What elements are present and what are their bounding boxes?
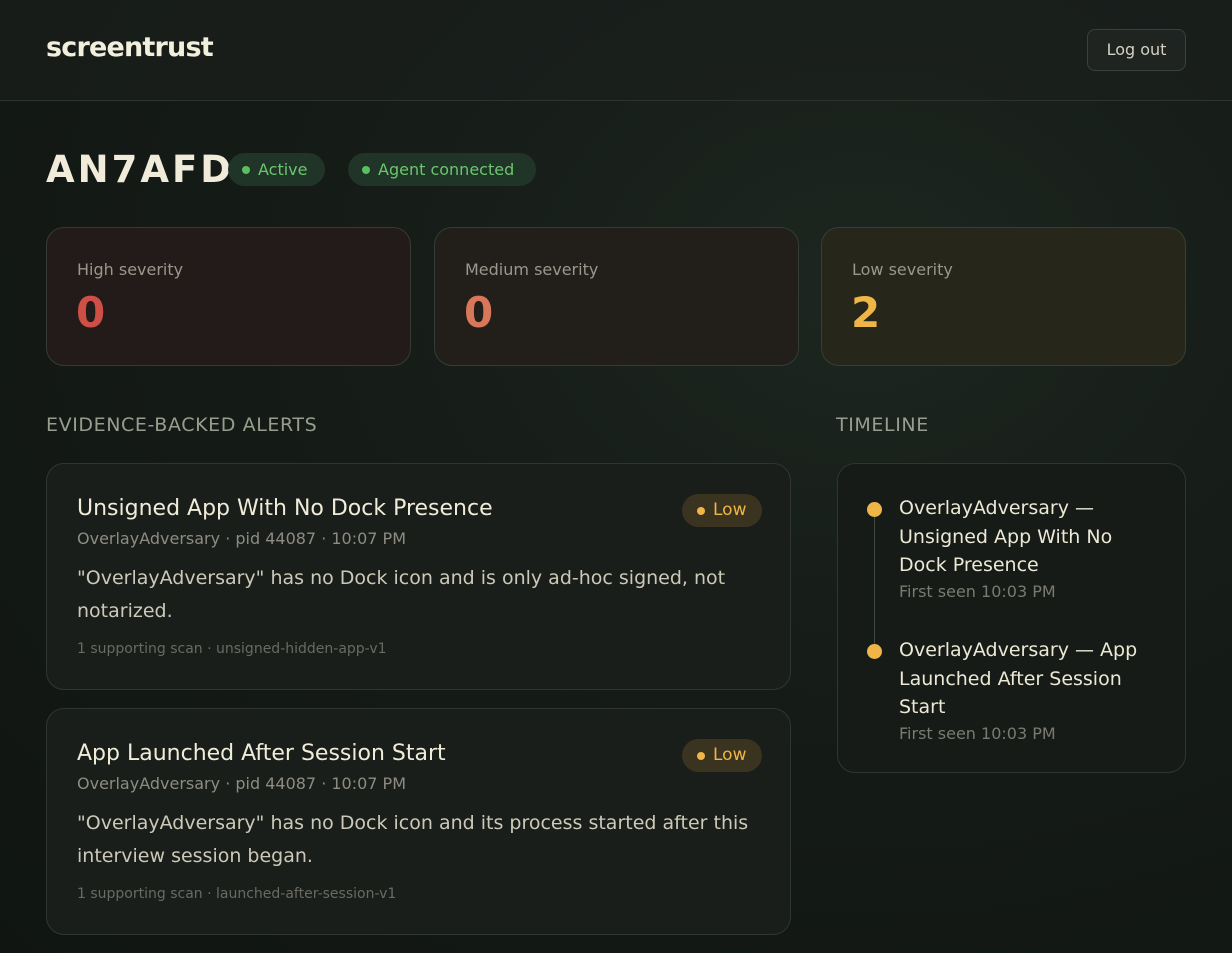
severity-label: High severity	[77, 260, 184, 279]
timeline-dot-icon	[867, 644, 882, 659]
severity-label: Low severity	[852, 260, 953, 279]
status-badge-label: Active	[258, 160, 308, 179]
alert-meta: OverlayAdversary · pid 44087 · 10:07 PM	[77, 529, 407, 548]
logout-button[interactable]: Log out	[1087, 29, 1186, 71]
severity-badge: Low	[682, 739, 762, 772]
timeline-item-title: OverlayAdversary — Unsigned App With No …	[899, 497, 1113, 576]
severity-count: 0	[464, 288, 494, 337]
brand-logo[interactable]: screentrust	[46, 32, 214, 63]
alert-evidence: 1 supporting scan · launched-after-sessi…	[77, 886, 397, 902]
severity-dot-icon	[697, 507, 705, 515]
alert-description: "OverlayAdversary" has no Dock icon and …	[77, 812, 749, 867]
alert-title: App Launched After Session Start	[77, 741, 446, 766]
status-dot-icon	[362, 166, 370, 174]
timeline-connector	[874, 516, 875, 652]
high-severity-card: High severity 0	[46, 227, 411, 366]
session-id: AN7AFD	[46, 148, 234, 191]
status-badge-agent: Agent connected	[348, 153, 536, 186]
severity-badge: Low	[682, 494, 762, 527]
severity-badge-label: Low	[713, 500, 747, 520]
agent-badge-label: Agent connected	[378, 160, 515, 179]
severity-label: Medium severity	[465, 260, 599, 279]
timeline-dot-icon	[867, 502, 882, 517]
top-bar: screentrust Log out	[0, 0, 1232, 101]
alert-card[interactable]: Unsigned App With No Dock Presence Low O…	[46, 463, 791, 690]
timeline-section-title: TIMELINE	[836, 414, 929, 436]
alert-description: "OverlayAdversary" has no Dock icon and …	[77, 567, 726, 622]
low-severity-card: Low severity 2	[821, 227, 1186, 366]
alerts-section-title: EVIDENCE-BACKED ALERTS	[46, 414, 318, 436]
timeline-card: OverlayAdversary — Unsigned App With No …	[837, 463, 1186, 773]
alert-evidence: 1 supporting scan · unsigned-hidden-app-…	[77, 641, 387, 657]
medium-severity-card: Medium severity 0	[434, 227, 799, 366]
status-dot-icon	[242, 166, 250, 174]
severity-dot-icon	[697, 752, 705, 760]
timeline-item-title: OverlayAdversary — App Launched After Se…	[899, 639, 1138, 718]
timeline-item-time: First seen 10:03 PM	[899, 582, 1056, 601]
timeline-item-time: First seen 10:03 PM	[899, 724, 1056, 743]
alert-title: Unsigned App With No Dock Presence	[77, 496, 493, 521]
severity-count: 2	[851, 288, 881, 337]
alert-card[interactable]: App Launched After Session Start Low Ove…	[46, 708, 791, 935]
alert-meta: OverlayAdversary · pid 44087 · 10:07 PM	[77, 774, 407, 793]
severity-badge-label: Low	[713, 745, 747, 765]
status-badge-active: Active	[228, 153, 325, 186]
severity-count: 0	[76, 288, 106, 337]
